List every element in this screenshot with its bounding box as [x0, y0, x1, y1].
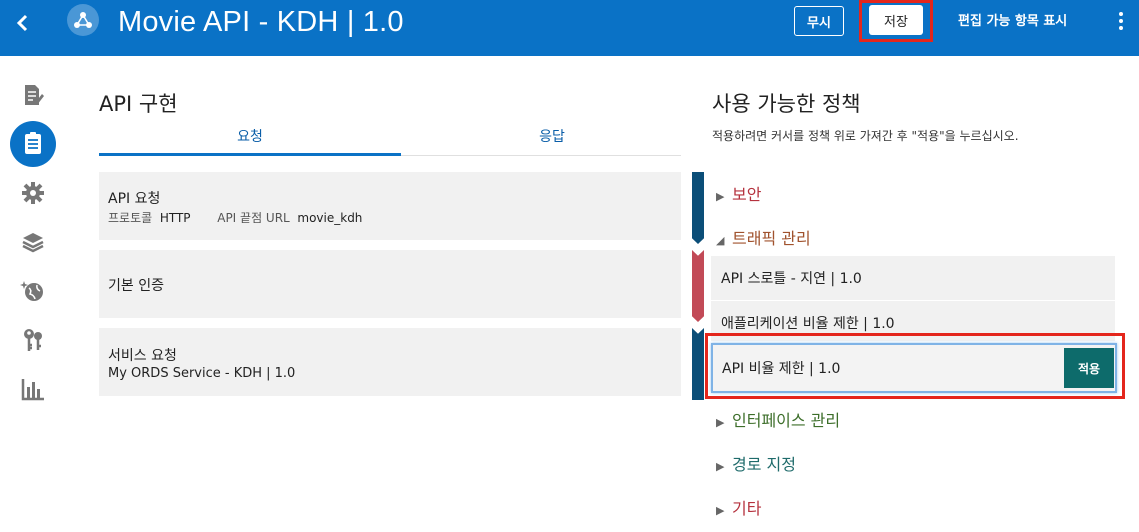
more-options-icon[interactable] — [1116, 10, 1126, 32]
api-implementation-title: API 구현 — [99, 92, 178, 116]
group-security[interactable]: ▶ 보안 — [716, 181, 761, 205]
tab-divider — [401, 155, 681, 156]
active-tab-indicator — [99, 153, 401, 156]
api-request-card[interactable]: API 요청 프로토콜 HTTP API 끝점 URL movie_kdh — [99, 172, 681, 240]
globe-icon[interactable] — [10, 268, 56, 314]
group-label: 기타 — [732, 499, 762, 518]
ignore-button[interactable]: 무시 — [794, 6, 844, 36]
endpoint-label: API 끝점 URL — [217, 211, 290, 225]
gear-icon[interactable] — [10, 170, 56, 216]
apply-button[interactable]: 적용 — [1064, 348, 1114, 388]
save-button[interactable]: 저장 — [869, 5, 923, 35]
document-edit-icon[interactable] — [10, 72, 56, 118]
collapse-arrow-icon: ◢ — [716, 234, 725, 247]
group-label: 인터페이스 관리 — [732, 411, 841, 430]
card-title: API 요청 — [108, 191, 161, 207]
basic-auth-card[interactable]: 기본 인증 — [99, 250, 681, 318]
group-other[interactable]: ▶ 기타 — [716, 495, 761, 519]
top-header: Movie API - KDH | 1.0 무시 저장 편집 가능 항목 표시 — [0, 0, 1139, 56]
request-flow-bar — [692, 172, 704, 244]
auth-flow-bar — [692, 250, 704, 322]
group-label: 경로 지정 — [732, 455, 796, 474]
bar-chart-icon[interactable] — [10, 366, 56, 412]
api-logo-icon — [67, 4, 99, 36]
layers-icon[interactable] — [10, 219, 56, 265]
protocol-value: HTTP — [159, 211, 191, 225]
expand-arrow-icon: ▶ — [716, 190, 725, 203]
expand-arrow-icon: ▶ — [716, 460, 725, 473]
card-detail: My ORDS Service - KDH | 1.0 — [108, 366, 296, 381]
back-chevron-icon[interactable] — [12, 12, 34, 34]
keys-icon[interactable] — [10, 317, 56, 363]
policy-api-throttle-delay[interactable]: API 스로틀 - 지연 | 1.0 — [711, 256, 1115, 300]
group-traffic-management[interactable]: ◢ 트래픽 관리 — [716, 225, 811, 249]
endpoint-value: movie_kdh — [297, 211, 363, 225]
tab-request[interactable]: 요청 — [99, 126, 401, 156]
policy-hint: 적용하려면 커서를 정책 위로 가져간 후 "적용"을 누르십시오. — [712, 129, 1019, 143]
api-title: Movie API - KDH | 1.0 — [118, 6, 404, 38]
protocol-label: 프로토콜 — [108, 211, 153, 225]
api-list-icon[interactable] — [10, 121, 56, 167]
expand-arrow-icon: ▶ — [716, 416, 725, 429]
card-title: 서비스 요청 — [108, 348, 177, 364]
group-label: 트래픽 관리 — [732, 229, 811, 248]
expand-arrow-icon: ▶ — [716, 504, 725, 517]
group-label: 보안 — [732, 185, 762, 204]
group-routing[interactable]: ▶ 경로 지정 — [716, 451, 796, 475]
available-policies-title: 사용 가능한 정책 — [712, 92, 861, 116]
card-detail: 프로토콜 HTTP API 끝점 URL movie_kdh — [108, 209, 362, 226]
policy-api-rate-limit[interactable]: API 비율 제한 | 1.0 — [711, 343, 1117, 393]
show-editable-button[interactable]: 편집 가능 항목 표시 — [958, 10, 1067, 29]
tab-response[interactable]: 응답 — [401, 126, 703, 156]
card-title: 기본 인증 — [108, 278, 164, 294]
service-flow-bar — [692, 328, 704, 400]
service-request-card[interactable]: 서비스 요청 My ORDS Service - KDH | 1.0 — [99, 328, 681, 396]
group-interface-management[interactable]: ▶ 인터페이스 관리 — [716, 407, 840, 431]
